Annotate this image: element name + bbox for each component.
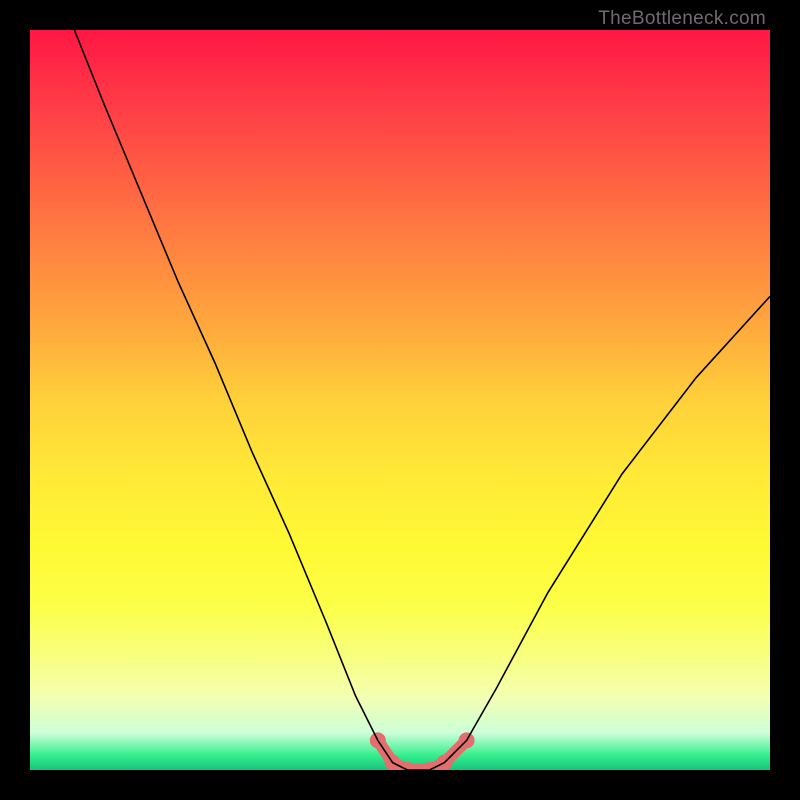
bottleneck-curve bbox=[74, 30, 770, 770]
chart-container: TheBottleneck.com bbox=[0, 0, 800, 800]
curve-main bbox=[74, 30, 770, 770]
watermark-text: TheBottleneck.com bbox=[598, 8, 766, 30]
chart-svg bbox=[30, 30, 770, 770]
